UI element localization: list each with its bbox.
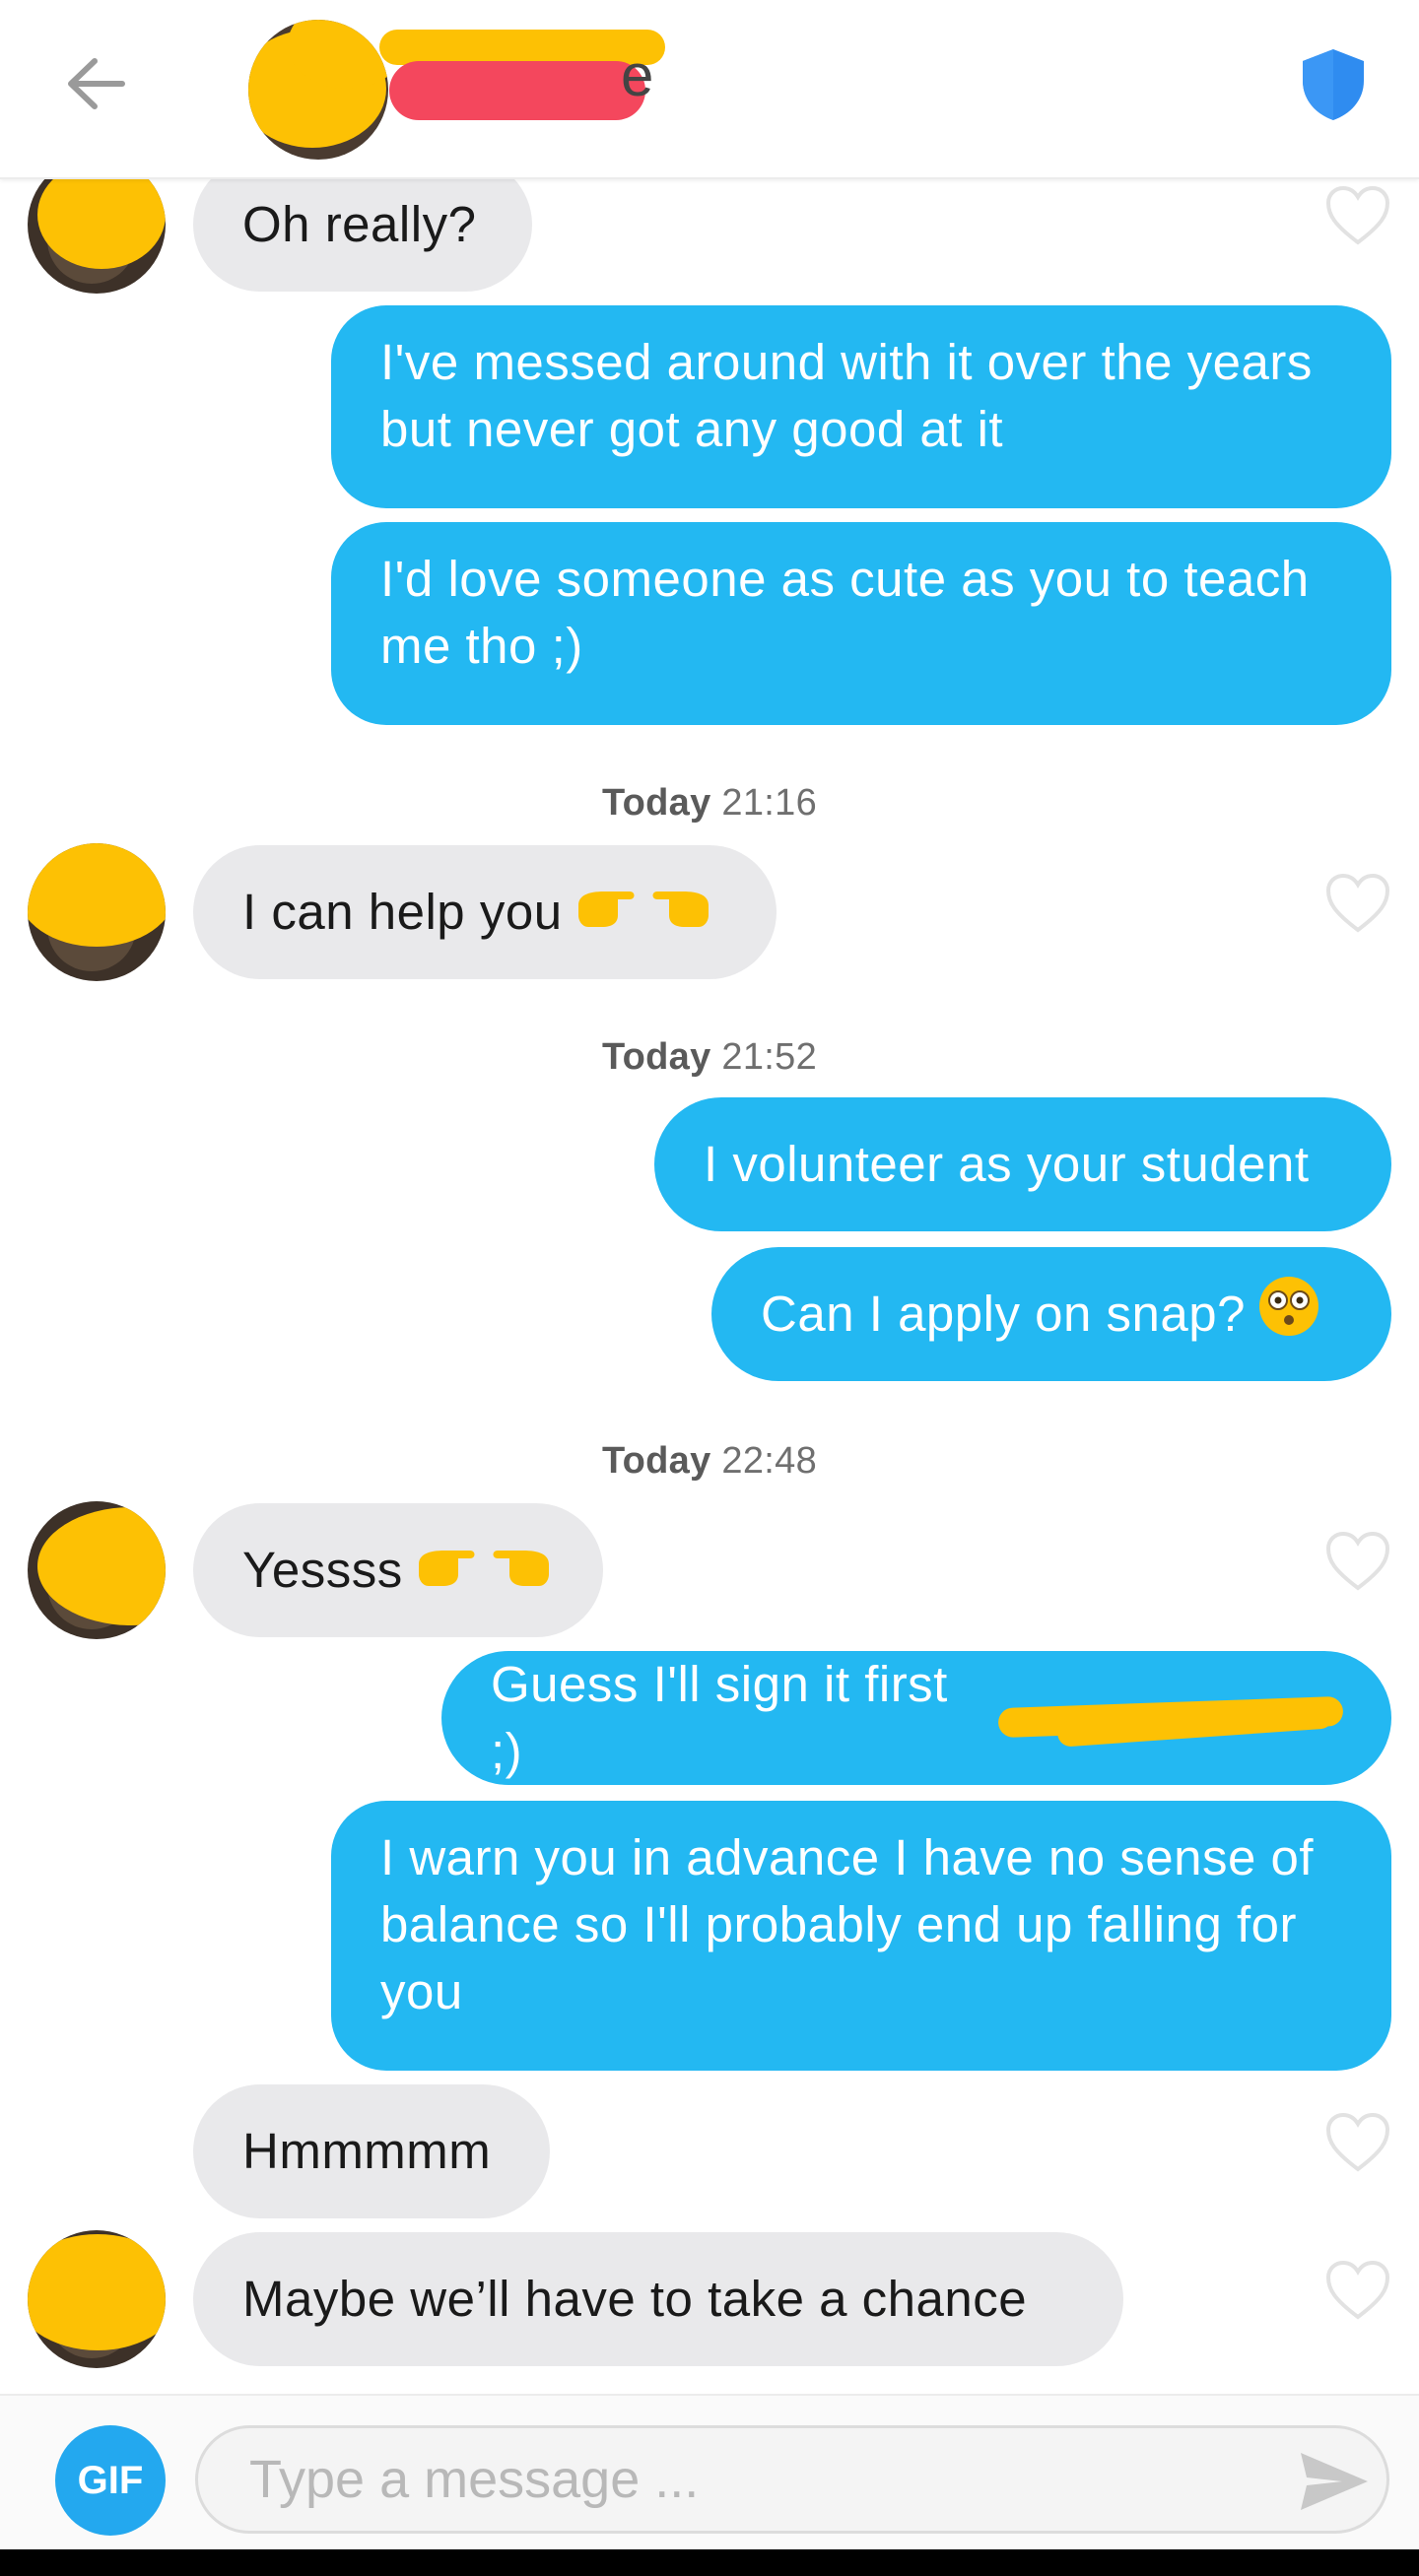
incoming-message: I can help you — [193, 845, 777, 979]
heart-icon[interactable] — [1324, 1531, 1391, 1592]
heart-icon[interactable] — [1324, 185, 1391, 246]
avatar[interactable] — [28, 1501, 166, 1639]
incoming-message: Yessss — [193, 1503, 603, 1637]
message-text: I'd love someone as cute as you to teach… — [380, 551, 1310, 674]
chat-header: e — [0, 0, 1419, 179]
arrow-left-icon[interactable] — [61, 49, 130, 118]
outgoing-message: Guess I'll sign it first ;) — [441, 1651, 1391, 1785]
heart-icon[interactable] — [1324, 2112, 1391, 2173]
incoming-message: Maybe we’ll have to take a chance — [193, 2232, 1123, 2366]
message-text: Yessss — [242, 1542, 403, 1598]
message-text: Can I apply on snap? — [761, 1286, 1247, 1342]
timestamp: Today 21:16 — [601, 782, 818, 824]
message-text: I can help you — [242, 884, 563, 940]
gif-button[interactable]: GIF — [55, 2425, 166, 2536]
pointing-hands-icon — [415, 1535, 553, 1607]
redaction-scribble — [997, 1688, 1344, 1748]
message-composer: GIF Type a message ... — [0, 2394, 1419, 2549]
outgoing-message: I warn you in advance I have no sense of… — [331, 1801, 1391, 2071]
message-text: Maybe we’ll have to take a chance — [242, 2271, 1028, 2327]
incoming-message: Hmmmmm — [193, 2084, 550, 2218]
outgoing-message: I volunteer as your student — [654, 1097, 1391, 1231]
outgoing-message: I'd love someone as cute as you to teach… — [331, 522, 1391, 725]
system-nav-bar — [0, 2549, 1419, 2576]
shield-icon[interactable] — [1299, 47, 1368, 122]
timestamp: Today 21:52 — [601, 1036, 818, 1078]
send-icon[interactable] — [1297, 2447, 1372, 2516]
message-text: I volunteer as your student — [704, 1136, 1310, 1192]
avatar[interactable] — [28, 843, 166, 981]
message-input-placeholder: Type a message ... — [249, 2450, 700, 2509]
outgoing-message: I've messed around with it over the year… — [331, 305, 1391, 508]
avatar[interactable] — [28, 2230, 166, 2368]
match-avatar[interactable] — [248, 20, 388, 160]
flushed-face-icon — [1257, 1275, 1320, 1354]
message-text: Hmmmmm — [242, 2123, 492, 2179]
message-input[interactable]: Type a message ... — [195, 2425, 1389, 2534]
message-text: Oh really? — [242, 196, 477, 252]
message-text: Guess I'll sign it first ;) — [491, 1656, 948, 1779]
pointing-hands-icon — [574, 876, 712, 949]
heart-icon[interactable] — [1324, 873, 1391, 934]
timestamp: Today 22:48 — [601, 1440, 818, 1482]
outgoing-message: Can I apply on snap? — [711, 1247, 1391, 1381]
message-text: I've messed around with it over the year… — [380, 334, 1313, 457]
message-text: I warn you in advance I have no sense of… — [380, 1829, 1315, 2019]
match-name-redacted: e — [379, 30, 675, 128]
heart-icon[interactable] — [1324, 2260, 1391, 2321]
